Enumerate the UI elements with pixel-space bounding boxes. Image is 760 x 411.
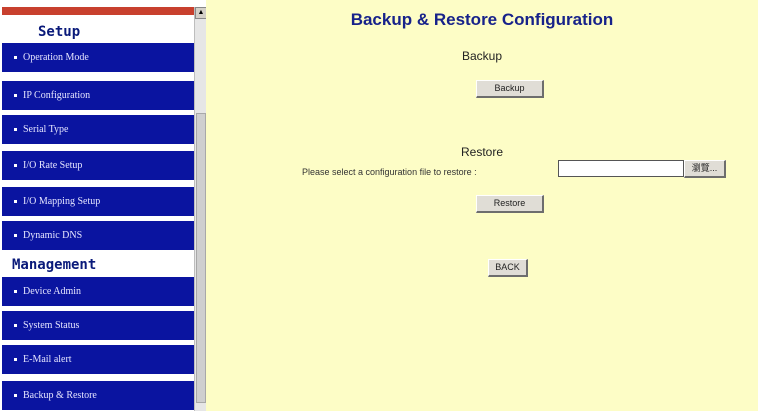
bullet-icon	[14, 164, 17, 168]
section-header-setup: Setup	[2, 21, 206, 43]
bullet-icon	[14, 128, 17, 132]
bullet-icon	[14, 324, 17, 328]
bullet-icon	[14, 234, 17, 238]
bullet-icon	[14, 200, 17, 204]
sidebar-item-ip-configuration[interactable]: IP Configuration	[2, 81, 194, 112]
backup-button[interactable]: Backup	[476, 80, 544, 98]
browse-button[interactable]: 瀏覽...	[684, 160, 726, 178]
sidebar: Setup Operation Mode IP Configuration Se…	[2, 7, 206, 411]
scroll-thumb[interactable]	[196, 113, 206, 403]
main-content: Backup & Restore Configuration Backup Ba…	[206, 0, 758, 411]
sidebar-item-serial-type[interactable]: Serial Type	[2, 115, 194, 146]
sidebar-item-label: Backup & Restore	[23, 390, 97, 401]
sidebar-item-io-rate-setup[interactable]: I/O Rate Setup	[2, 151, 194, 182]
sidebar-item-device-admin[interactable]: Device Admin	[2, 277, 194, 308]
sidebar-item-label: Device Admin	[23, 286, 82, 297]
sidebar-item-label: Operation Mode	[23, 52, 89, 63]
sidebar-item-label: IP Configuration	[23, 90, 91, 101]
sidebar-item-backup-restore[interactable]: Backup & Restore	[2, 381, 194, 411]
sidebar-item-dynamic-dns[interactable]: Dynamic DNS	[2, 221, 194, 252]
sidebar-item-label: I/O Mapping Setup	[23, 196, 101, 207]
sidebar-item-io-mapping-setup[interactable]: I/O Mapping Setup	[2, 187, 194, 218]
scroll-up-icon[interactable]: ▲	[195, 7, 206, 19]
back-button[interactable]: BACK	[488, 259, 528, 277]
restore-file-input[interactable]	[558, 160, 684, 177]
page-title: Backup & Restore Configuration	[350, 10, 614, 29]
bullet-icon	[14, 56, 17, 60]
bullet-icon	[14, 358, 17, 362]
sidebar-scrollbar[interactable]: ▲	[194, 7, 206, 411]
sidebar-item-label: Dynamic DNS	[23, 230, 83, 241]
sidebar-item-label: I/O Rate Setup	[23, 160, 83, 171]
sidebar-item-label: E-Mail alert	[23, 354, 72, 365]
restore-prompt: Please select a configuration file to re…	[302, 167, 477, 177]
bullet-icon	[14, 290, 17, 294]
section-header-management: Management	[2, 254, 204, 276]
restore-button[interactable]: Restore	[476, 195, 544, 213]
sidebar-top-bar	[2, 7, 194, 15]
sidebar-item-system-status[interactable]: System Status	[2, 311, 194, 342]
sidebar-item-email-alert[interactable]: E-Mail alert	[2, 345, 194, 376]
bullet-icon	[14, 394, 17, 398]
backup-heading: Backup	[461, 49, 503, 63]
restore-heading: Restore	[460, 145, 504, 159]
sidebar-item-label: System Status	[23, 320, 80, 331]
sidebar-item-operation-mode[interactable]: Operation Mode	[2, 43, 194, 74]
sidebar-item-label: Serial Type	[23, 124, 69, 135]
bullet-icon	[14, 94, 17, 98]
